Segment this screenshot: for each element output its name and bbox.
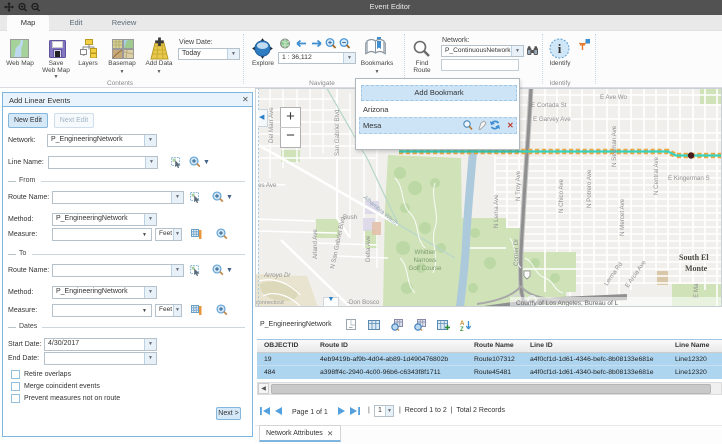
svg-text:Arroyo Dr: Arroyo Dr [263, 272, 291, 279]
svg-text:N Lema Ave: N Lema Ave [493, 194, 500, 228]
svg-text:N Seaman Ave: N Seaman Ave [611, 125, 618, 167]
svg-text:N Central Ave: N Central Ave [653, 156, 660, 195]
svg-text:i: i [558, 41, 562, 56]
svg-text:Delta Ave: Delta Ave [365, 235, 372, 262]
svg-text:E Ave Wo: E Ave Wo [600, 94, 628, 101]
svg-text:Z: Z [460, 327, 464, 332]
svg-text:Whittier: Whittier [415, 249, 436, 256]
svg-text:E Kingerman S: E Kingerman S [668, 175, 710, 182]
svg-text:N Mercet Ave: N Mercet Ave [619, 198, 626, 236]
svg-text:County of Los Angeles, Bureau: County of Los Angeles, Bureau of L [516, 300, 619, 307]
svg-text:Page 1 of 1: Page 1 of 1 [292, 409, 328, 416]
svg-text:N Chico Ave: N Chico Ave [558, 179, 565, 213]
svg-text:✕: ✕ [507, 121, 514, 130]
svg-text:Del Marr Ave: Del Marr Ave [268, 107, 275, 143]
svg-text:Narrows: Narrows [413, 257, 436, 264]
svg-text:San Gabriel Blvd: San Gabriel Blvd [334, 109, 341, 156]
svg-text:Arland Ave: Arland Ave [312, 229, 319, 259]
svg-text:N Troy Ave: N Troy Ave [515, 170, 522, 201]
svg-text:E Cortada St: E Cortada St [531, 102, 567, 109]
svg-text:es Ave: es Ave [258, 182, 277, 189]
svg-text:Corner Dr: Corner Dr [513, 239, 520, 266]
svg-text:connecticut: connecticut [256, 300, 284, 306]
svg-text:Golf Course: Golf Course [408, 265, 442, 272]
svg-text:N Potrero Ave: N Potrero Ave [586, 169, 593, 208]
svg-text:E Ma: E Ma [693, 283, 700, 298]
svg-text:Monte: Monte [685, 264, 708, 273]
svg-text:-Don Bosco: -Don Bosco [347, 299, 380, 306]
svg-text:E Garvey Ave: E Garvey Ave [533, 116, 571, 123]
svg-text:South El: South El [679, 253, 709, 262]
